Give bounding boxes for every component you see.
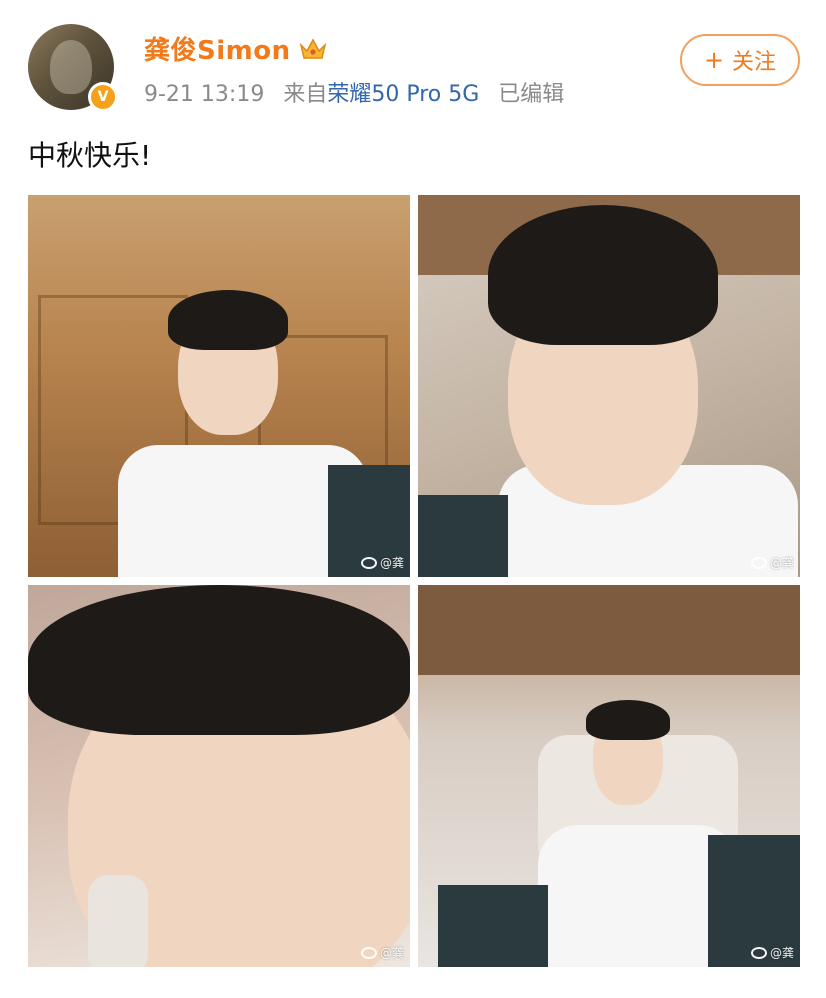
watermark: @龚	[750, 944, 794, 961]
weibo-logo-icon	[360, 556, 377, 569]
photo-2[interactable]: @龚	[418, 195, 800, 577]
photo-1[interactable]: @龚	[28, 195, 410, 577]
weibo-logo-icon	[360, 946, 377, 959]
watermark: @龚	[750, 554, 794, 571]
weibo-logo-icon	[750, 946, 767, 959]
weibo-logo-icon	[750, 556, 767, 569]
edited-label: 已编辑	[498, 82, 565, 107]
photo-3[interactable]: @龚	[28, 585, 410, 967]
post-timestamp: 9-21 13:19	[144, 82, 265, 107]
plus-icon: +	[703, 46, 725, 74]
follow-button[interactable]: + 关注	[680, 34, 800, 86]
follow-label: 关注	[732, 50, 777, 75]
username-row: 龚俊Simon	[144, 30, 327, 67]
watermark: @龚	[360, 944, 404, 961]
username-link[interactable]: 龚俊Simon	[144, 30, 291, 67]
crown-icon	[299, 37, 326, 59]
post-header: V 龚俊Simon 9-21 13:19 来自荣耀50 Pro 5G 已编辑 +…	[28, 24, 800, 114]
source-prefix: 来自	[283, 82, 328, 107]
verified-v-icon: V	[88, 82, 118, 112]
post-text: 中秋快乐!	[28, 139, 152, 172]
avatar-photo	[50, 40, 92, 94]
photo-4[interactable]: @龚	[418, 585, 800, 967]
post-meta: 9-21 13:19 来自荣耀50 Pro 5G 已编辑	[144, 76, 564, 108]
device-source-link[interactable]: 荣耀50 Pro 5G	[327, 82, 479, 107]
watermark: @龚	[360, 554, 404, 571]
photo-grid: @龚 @龚 @龚 @龚	[28, 195, 800, 967]
